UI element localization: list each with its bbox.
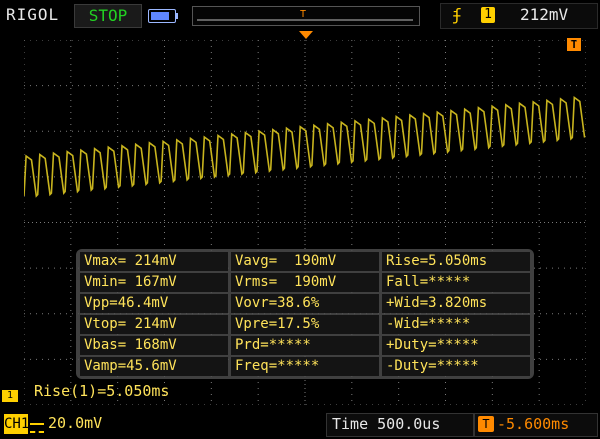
memory-depth-indicator: T: [192, 6, 420, 26]
measurement-cell: Rise=5.050ms: [382, 252, 530, 271]
rising-edge-icon: ʄ: [452, 5, 462, 24]
trigger-channel-badge: 1: [481, 7, 495, 23]
measurement-cell: Vpp=46.4mV: [80, 294, 228, 313]
measurement-cell: +Wid=3.820ms: [382, 294, 530, 313]
dc-coupling-icon: [30, 423, 44, 433]
measurement-cell: Vmin= 167mV: [80, 273, 228, 292]
run-stop-status[interactable]: STOP: [74, 4, 142, 28]
measurement-cell: -Wid=*****: [382, 315, 530, 334]
channel1-badge[interactable]: CH1: [4, 414, 29, 434]
measurement-cell: Vavg= 190mV: [231, 252, 379, 271]
measurement-cell: Vpre=17.5%: [231, 315, 379, 334]
brand-logo: RIGOL: [6, 5, 60, 24]
measurement-cell: Fall=*****: [382, 273, 530, 292]
trigger-info-box[interactable]: [440, 3, 598, 29]
vertical-scale: 20.0mV: [48, 414, 103, 432]
trigger-offset-icon: T: [478, 416, 494, 432]
rise-readout: Rise(1)=5.050ms: [34, 382, 170, 400]
channel1-trace: [24, 95, 586, 198]
battery-icon: [148, 9, 178, 23]
measurement-cell: -Duty=*****: [382, 357, 530, 376]
measurement-cell: Vtop= 214mV: [80, 315, 228, 334]
memory-trigger-marker: T: [300, 9, 306, 20]
measurement-cell: +Duty=*****: [382, 336, 530, 355]
measurement-cell: Vovr=38.6%: [231, 294, 379, 313]
measurement-cell: Prd=*****: [231, 336, 379, 355]
memory-waveform-icon: T: [197, 9, 413, 21]
trigger-level: 212mV: [520, 5, 569, 24]
timebase-readout: Time 500.0us: [332, 415, 441, 433]
measurement-panel: Vmax= 214mV Vavg= 190mV Rise=5.050ms Vmin= …: [76, 249, 534, 379]
trigger-offset-value: -5.600ms: [497, 415, 570, 433]
measurement-cell: Freq=*****: [231, 357, 379, 376]
channel1-ground-marker: 1: [2, 390, 18, 402]
measurement-cell: Vmax= 214mV: [80, 252, 228, 271]
measurement-cell: Vrms= 190mV: [231, 273, 379, 292]
measurement-cell: Vamp=45.6mV: [80, 357, 228, 376]
measurement-cell: Vbas= 168mV: [80, 336, 228, 355]
trigger-position-marker: [299, 31, 313, 39]
